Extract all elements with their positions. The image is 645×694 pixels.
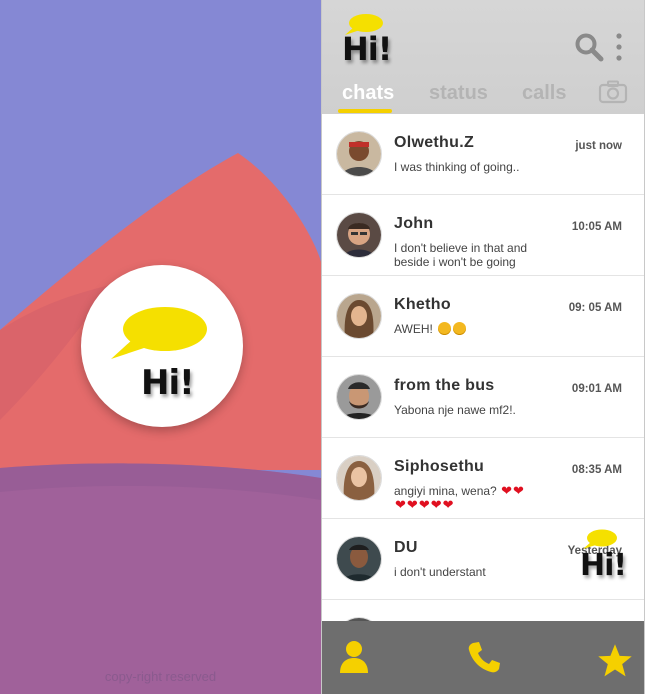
message-time: 09:01 AM: [571, 383, 622, 395]
avatar: [336, 212, 382, 258]
message-time: 09: 05 AM: [568, 302, 622, 314]
heart-icon: ❤: [430, 497, 442, 512]
last-message: AWEH!: [394, 322, 554, 336]
chat-row[interactable]: Khetho AWEH! 09: 05 AM: [322, 276, 644, 357]
avatar: [336, 455, 382, 501]
splash-logo-text: Hi!: [141, 363, 195, 403]
phone-icon[interactable]: [466, 639, 502, 675]
bottom-navigation: [322, 621, 644, 694]
chat-row[interactable]: from the bus Yabona nje nawe mf2!. 09:01…: [322, 357, 644, 438]
message-time: just now: [575, 140, 622, 152]
more-vert-icon[interactable]: [615, 32, 623, 62]
contact-name: Siphosethu: [394, 458, 485, 475]
last-message: Yabona nje nawe mf2!.: [394, 403, 516, 417]
copyright-text: copy-right reserved: [104, 669, 217, 684]
chat-row[interactable]: [322, 600, 644, 622]
last-message: i don't understant: [394, 565, 486, 579]
active-tab-indicator: [338, 109, 392, 113]
heart-icon: ❤: [418, 497, 430, 512]
splash-screen: Hi! copy-right reserved: [0, 0, 322, 694]
heart-icon: ❤: [442, 497, 454, 512]
contact-name: Khetho: [394, 296, 451, 313]
new-chat-button-label: Hi!: [580, 548, 627, 583]
speech-bubble-icon: [111, 307, 207, 359]
new-chat-button[interactable]: Hi!: [576, 528, 638, 588]
speech-bubble-icon: [583, 529, 617, 549]
app-header: Hi! chats status calls: [322, 0, 644, 114]
avatar: [336, 293, 382, 339]
avatar: [336, 131, 382, 177]
splash-logo: Hi!: [81, 265, 243, 427]
app-title: Hi!: [342, 30, 392, 68]
heart-icon: ❤: [512, 483, 524, 498]
grinning-face-icon: [438, 322, 452, 335]
chat-row[interactable]: Siphosethu angiyi mina, wena? ❤❤ ❤❤❤❤❤ 0…: [322, 438, 644, 519]
last-message: angiyi mina, wena? ❤❤ ❤❤❤❤❤: [394, 484, 554, 512]
contact-name: John: [394, 215, 434, 232]
contact-name: Olwethu.Z: [394, 134, 475, 151]
chat-row[interactable]: John I don't believe in that and beside …: [322, 195, 644, 276]
tab-calls[interactable]: calls: [522, 82, 566, 105]
message-time: 08:35 AM: [571, 464, 622, 476]
chat-row[interactable]: Olwethu.Z I was thinking of going.. just…: [322, 114, 644, 195]
avatar: [336, 374, 382, 420]
chat-app-screen: Hi! chats status calls Olwethu.Z I was t…: [322, 0, 645, 694]
message-time: 10:05 AM: [571, 221, 622, 233]
heart-icon: ❤: [406, 497, 418, 512]
contact-name: DU: [394, 539, 418, 556]
grinning-face-icon: [453, 322, 467, 335]
contact-name: from the bus: [394, 377, 495, 394]
last-message-text: AWEH!: [394, 322, 433, 336]
heart-icon: ❤: [395, 497, 406, 512]
last-message: I was thinking of going..: [394, 160, 520, 174]
heart-icon: ❤: [501, 483, 512, 498]
last-message-text: angiyi mina, wena?: [394, 484, 497, 498]
contacts-icon[interactable]: [336, 639, 372, 675]
last-message: I don't believe in that and beside i won…: [394, 241, 528, 269]
camera-icon[interactable]: [598, 80, 628, 104]
tab-chats[interactable]: chats: [342, 82, 394, 105]
star-icon[interactable]: [597, 643, 633, 679]
search-icon[interactable]: [574, 32, 604, 62]
tab-status[interactable]: status: [429, 82, 488, 105]
avatar: [336, 536, 382, 582]
